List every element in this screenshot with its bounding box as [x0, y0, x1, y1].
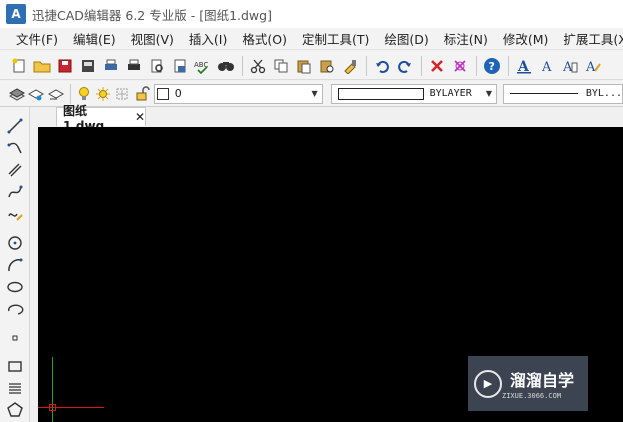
paste-special-icon[interactable]	[316, 55, 338, 77]
open-folder-icon[interactable]	[31, 55, 53, 77]
multiline-text-icon[interactable]: A	[559, 55, 581, 77]
text-style-icon[interactable]: A	[513, 55, 535, 77]
publish-icon[interactable]	[169, 55, 191, 77]
svg-text:A: A	[562, 60, 573, 74]
arc-icon[interactable]	[4, 254, 26, 275]
svg-text:A: A	[517, 59, 530, 74]
multiline-icon[interactable]	[4, 160, 26, 181]
menu-modify[interactable]: 修改(M)	[497, 29, 555, 48]
layer-dropdown[interactable]: 0 ▼	[153, 83, 323, 104]
app-logo: A	[6, 4, 26, 24]
menu-format[interactable]: 格式(O)	[236, 29, 293, 48]
chevron-down-icon[interactable]: ▼	[308, 85, 322, 103]
print-icon[interactable]	[123, 55, 145, 77]
svg-text:?: ?	[489, 60, 495, 73]
preview-icon[interactable]	[146, 55, 168, 77]
menu-edit[interactable]: 编辑(E)	[67, 29, 122, 48]
find-icon[interactable]	[215, 55, 237, 77]
layer-unlock-icon[interactable]	[132, 83, 150, 105]
layer-value: 0	[174, 87, 182, 100]
ucs-x-axis	[38, 407, 104, 408]
standard-toolbar: ABC ? A A A A	[0, 52, 623, 80]
purge-icon[interactable]	[449, 55, 471, 77]
help-icon[interactable]: ?	[481, 55, 503, 77]
save-as-icon[interactable]	[77, 55, 99, 77]
undo-icon[interactable]	[371, 55, 393, 77]
helix-icon[interactable]	[4, 377, 26, 398]
ucs-y-axis	[52, 357, 53, 422]
menu-draw[interactable]: 绘图(D)	[378, 29, 434, 48]
single-line-text-icon[interactable]: A	[536, 55, 558, 77]
copy-icon[interactable]	[270, 55, 292, 77]
toolbar-separator	[508, 55, 509, 76]
circle-icon[interactable]	[4, 232, 26, 253]
paste-icon[interactable]	[293, 55, 315, 77]
svg-text:A: A	[541, 60, 552, 74]
layer-manager-icon[interactable]	[8, 83, 26, 105]
toolbar-separator	[421, 55, 422, 76]
erase-icon[interactable]	[426, 55, 448, 77]
point-icon[interactable]	[4, 327, 26, 348]
layer-color-swatch	[156, 87, 169, 100]
toolbar-separator	[366, 55, 367, 76]
sketch-icon[interactable]	[4, 204, 26, 225]
menu-insert[interactable]: 插入(I)	[183, 29, 233, 48]
window-title: 迅捷CAD编辑器 6.2 专业版 - [图纸1.dwg]	[32, 7, 272, 23]
spellcheck-icon[interactable]: ABC	[192, 55, 214, 77]
linetype-dropdown[interactable]: BYLAYER ▼	[330, 83, 497, 104]
match-properties-icon[interactable]	[339, 55, 361, 77]
lineweight-value: BYL...	[585, 88, 622, 99]
menu-file[interactable]: 文件(F)	[10, 29, 64, 48]
draw-toolbar	[0, 107, 30, 422]
linetype-value: BYLAYER	[429, 88, 472, 99]
menu-extensions[interactable]: 扩展工具(X)	[557, 29, 623, 48]
close-icon[interactable]: ✕	[135, 110, 145, 124]
print-preview-icon[interactable]	[100, 55, 122, 77]
ellipse-icon[interactable]	[4, 277, 26, 298]
svg-text:A: A	[585, 60, 596, 74]
save-icon[interactable]	[54, 55, 76, 77]
lineweight-dropdown[interactable]: BYL...	[502, 83, 623, 104]
new-file-icon[interactable]	[8, 55, 30, 77]
menu-dimension[interactable]: 标注(N)	[438, 29, 494, 48]
linetype-sample	[337, 87, 424, 100]
ucs-origin-marker	[49, 404, 56, 411]
redo-icon[interactable]	[394, 55, 416, 77]
document-tab[interactable]: 图纸1.dwg ✕	[56, 104, 146, 133]
title-bar: A 迅捷CAD编辑器 6.2 专业版 - [图纸1.dwg]	[0, 0, 623, 28]
edit-text-icon[interactable]: A	[582, 55, 604, 77]
lineweight-sample	[509, 93, 578, 94]
watermark-subtext: ZIXUE.3066.COM	[502, 392, 562, 400]
toolbar-separator	[69, 83, 71, 104]
watermark-text: 溜溜自学	[510, 371, 575, 390]
menu-bar: 文件(F) 编辑(E) 视图(V) 插入(I) 格式(O) 定制工具(T) 绘图…	[0, 28, 623, 50]
chevron-down-icon[interactable]: ▼	[482, 85, 496, 103]
cut-icon[interactable]	[247, 55, 269, 77]
ellipse-arc-icon[interactable]	[4, 299, 26, 320]
menu-custom-tools[interactable]: 定制工具(T)	[296, 29, 375, 48]
toolbar-separator	[476, 55, 477, 76]
play-icon: ▶	[474, 369, 502, 398]
layer-states-icon[interactable]	[27, 83, 45, 105]
rectangle-icon[interactable]	[4, 355, 26, 376]
toolbar-separator	[242, 55, 243, 76]
spline-icon[interactable]	[4, 182, 26, 203]
line-icon[interactable]	[4, 115, 26, 136]
polygon-icon[interactable]	[4, 400, 26, 421]
polyline-icon[interactable]	[4, 137, 26, 158]
menu-view[interactable]: 视图(V)	[125, 29, 180, 48]
watermark: ▶ 溜溜自学 ZIXUE.3066.COM	[468, 356, 588, 411]
